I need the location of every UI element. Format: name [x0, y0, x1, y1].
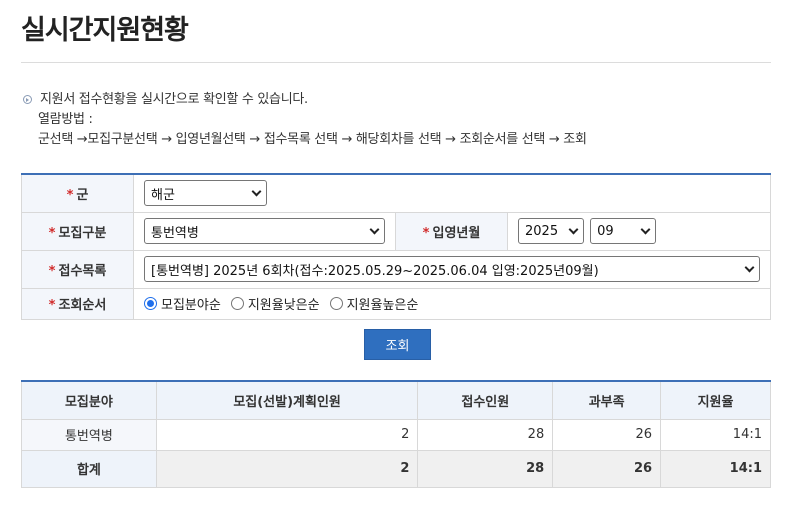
chevron-down-icon	[744, 262, 755, 272]
col-header-plan: 모집(선발)계획인원	[155, 380, 419, 420]
order-radio-group: 모집분야순 지원율낮은순 지원율높은순	[144, 294, 770, 313]
category-label: * 모집구분	[21, 211, 134, 251]
army-field-cell: 해군	[133, 173, 771, 213]
info-box: 지원서 접수현황을 실시간으로 확인할 수 있습니다. 열람방법 : 군선택 →…	[21, 90, 587, 150]
army-label-text: 군	[76, 187, 89, 203]
required-mark: *	[48, 225, 56, 241]
info-line-2: 열람방법 :	[38, 112, 93, 127]
army-label: * 군	[21, 173, 134, 213]
order-label-text: 조회순서	[58, 298, 107, 313]
search-form: * 군 해군 * 모집구분 통번역병 * 입영년월 2025 09 * 접수목록 [통번…	[21, 173, 771, 320]
radio-selected-icon[interactable]	[144, 297, 157, 310]
form-row-order: * 조회순서 모집분야순 지원율낮은순 지원율높은순	[21, 287, 771, 320]
order-label: * 조회순서	[21, 287, 134, 320]
col-header-applied: 접수인원	[417, 380, 554, 420]
army-select-value: 해군	[151, 187, 175, 203]
required-mark: *	[66, 187, 74, 203]
form-row-category: * 모집구분 통번역병 * 입영년월 2025 09	[21, 211, 771, 251]
row-field: 통번역병	[21, 418, 157, 451]
total-diff: 26	[552, 449, 662, 488]
enlist-label-text: 입영년월	[432, 225, 481, 241]
order-option-label: 지원율낮은순	[247, 298, 320, 313]
chevron-down-icon	[640, 224, 651, 234]
enlist-month-value: 09	[597, 223, 614, 239]
total-plan: 2	[155, 449, 419, 488]
total-applied: 28	[417, 449, 554, 488]
order-field-cell: 모집분야순 지원율낮은순 지원율높은순	[133, 287, 771, 320]
row-applied: 28	[417, 418, 554, 451]
radio-icon[interactable]	[230, 297, 244, 310]
total-label: 합계	[21, 449, 157, 488]
order-radio-field[interactable]: 모집분야순	[144, 294, 221, 313]
enlist-year-value: 2025	[525, 223, 559, 239]
info-line-3: 군선택 →모집구분선택 → 입영년월선택 → 접수목록 선택 → 해당회차를 선…	[38, 132, 587, 147]
info-line-1: 지원서 접수현황을 실시간으로 확인할 수 있습니다.	[21, 90, 587, 110]
order-option-label: 지원율높은순	[346, 298, 419, 313]
bullet-icon	[23, 95, 32, 104]
required-mark: *	[422, 225, 430, 241]
reception-label: * 접수목록	[21, 249, 134, 289]
enlist-field-cell: 2025 09	[507, 211, 771, 251]
category-label-text: 모집구분	[58, 225, 107, 241]
info-text-1: 지원서 접수현황을 실시간으로 확인할 수 있습니다.	[40, 92, 308, 107]
required-mark: *	[48, 263, 56, 279]
order-option-label: 모집분야순	[161, 298, 221, 313]
order-radio-high[interactable]: 지원율높은순	[329, 294, 419, 313]
total-row: 합계 2 28 26 14:1	[21, 449, 771, 488]
reception-select[interactable]: [통번역병] 2025년 6회차(접수:2025.05.29~2025.06.0…	[144, 256, 760, 282]
chevron-down-icon	[369, 224, 380, 234]
category-field-cell: 통번역병	[133, 211, 396, 251]
army-select[interactable]: 해군	[144, 180, 267, 207]
page-title: 실시간지원현황	[21, 15, 189, 46]
col-header-diff: 과부족	[552, 380, 662, 420]
table-row: 통번역병 2 28 26 14:1	[21, 418, 771, 451]
category-select[interactable]: 통번역병	[144, 218, 385, 244]
required-mark: *	[48, 298, 56, 313]
category-select-value: 통번역병	[151, 225, 199, 241]
search-button[interactable]: 조회	[364, 329, 431, 360]
form-row-army: * 군 해군	[21, 173, 771, 213]
title-divider	[21, 62, 771, 63]
enlist-month-select[interactable]: 09	[590, 218, 657, 244]
chevron-down-icon	[251, 186, 262, 197]
enlist-label: * 입영년월	[395, 211, 508, 251]
reception-label-text: 접수목록	[58, 263, 107, 279]
form-row-reception: * 접수목록 [통번역병] 2025년 6회차(접수:2025.05.29~202…	[21, 249, 771, 289]
table-header-row: 모집분야 모집(선발)계획인원 접수인원 과부족 지원율	[21, 380, 771, 420]
reception-field-cell: [통번역병] 2025년 6회차(접수:2025.05.29~2025.06.0…	[133, 249, 771, 289]
row-diff: 26	[552, 418, 662, 451]
total-rate: 14:1	[660, 449, 771, 488]
row-plan: 2	[155, 418, 419, 451]
col-header-field: 모집분야	[21, 380, 157, 420]
col-header-rate: 지원율	[660, 380, 771, 420]
radio-icon[interactable]	[329, 297, 343, 310]
reception-select-value: [통번역병] 2025년 6회차(접수:2025.05.29~2025.06.0…	[151, 263, 599, 279]
order-radio-low[interactable]: 지원율낮은순	[230, 294, 320, 313]
row-rate: 14:1	[660, 418, 771, 451]
chevron-down-icon	[568, 224, 579, 234]
enlist-year-select[interactable]: 2025	[518, 218, 584, 244]
result-table: 모집분야 모집(선발)계획인원 접수인원 과부족 지원율 통번역병 2 28 2…	[21, 380, 771, 488]
